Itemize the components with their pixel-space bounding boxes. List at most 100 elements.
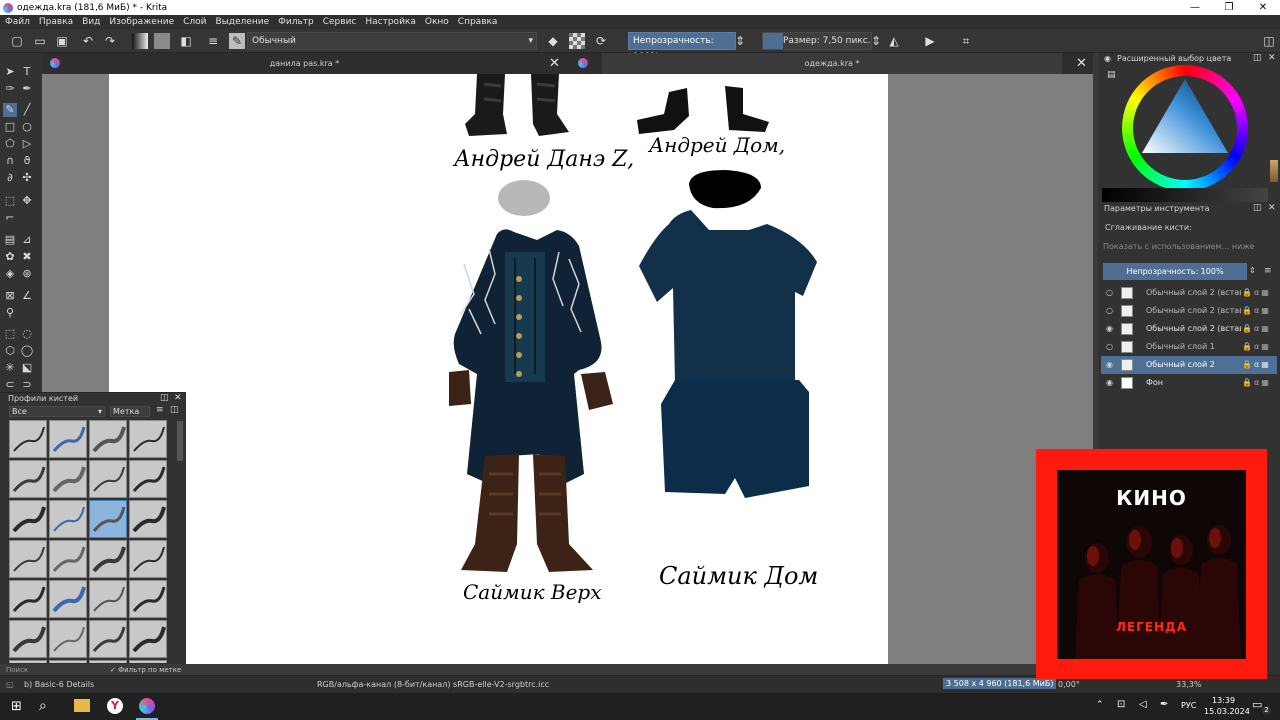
brush-preset-tile[interactable] <box>9 420 47 458</box>
restore-button[interactable]: ❐ <box>1212 2 1246 13</box>
tag-filter-checkbox[interactable]: ✓ Фильтр по метке <box>110 666 181 674</box>
hidden-icon[interactable]: ○ <box>1106 338 1113 356</box>
clock-date[interactable]: 15.03.2024 <box>1204 707 1250 716</box>
brush-preset-tile[interactable] <box>49 500 87 538</box>
menu-filter[interactable]: Фильтр <box>278 17 314 27</box>
brush-preset-tile[interactable] <box>49 540 87 578</box>
layers-menu-icon[interactable]: ≡ <box>1264 266 1272 276</box>
layer-lock-alpha-icons[interactable]: 🔒α▦ <box>1242 338 1271 356</box>
foreground-background-color-icon[interactable]: ◧ <box>178 33 194 49</box>
close-panel-icon[interactable]: ✕ <box>1268 203 1276 213</box>
alpha-lock-icon[interactable] <box>569 33 585 49</box>
new-document-icon[interactable]: ▢ <box>9 33 25 49</box>
brush-preset-tile[interactable] <box>129 580 167 618</box>
menu-window[interactable]: Окно <box>425 17 449 27</box>
brush-preset-tile[interactable] <box>49 620 87 658</box>
opacity-spin-icon[interactable]: ⇕ <box>1249 266 1256 275</box>
pattern-icon[interactable] <box>154 33 170 49</box>
gradient-tool-icon[interactable]: ▤ <box>3 233 17 247</box>
zoom-level[interactable]: 33,3% <box>1176 680 1201 689</box>
brush-preset-tile[interactable] <box>89 420 127 458</box>
eye-icon[interactable]: ◉ <box>1106 374 1113 392</box>
hidden-icon[interactable]: ○ <box>1106 284 1113 302</box>
clock-time[interactable]: 13:39 <box>1212 696 1235 705</box>
crop-tool-icon[interactable]: ⌐ <box>3 211 17 225</box>
menu-help[interactable]: Справка <box>458 17 498 27</box>
file-explorer-icon[interactable] <box>74 699 90 712</box>
reference-tool-icon[interactable]: ⚲ <box>3 306 17 320</box>
brush-preset-tile[interactable] <box>49 460 87 498</box>
brush-preset-tile[interactable] <box>129 540 167 578</box>
close-panel-icon[interactable]: ✕ <box>1268 53 1276 63</box>
brush-search-input[interactable]: Поиск <box>6 666 28 674</box>
brush-preset-tile[interactable] <box>9 460 47 498</box>
brush-preset-tile[interactable] <box>89 620 127 658</box>
album-cover-overlay[interactable]: КИНО ЛЕГЕНДА <box>1036 449 1267 679</box>
calligraphy-tool-icon[interactable]: ✒ <box>20 82 34 96</box>
brush-preset-tile[interactable] <box>89 660 127 663</box>
tag-button[interactable]: Метка <box>110 406 150 417</box>
layer-lock-alpha-icons[interactable]: 🔒α▦ <box>1242 374 1271 392</box>
network-icon[interactable]: ⊡ <box>1117 699 1125 710</box>
layer-lock-alpha-icons[interactable]: 🔒α▦ <box>1242 320 1271 338</box>
brush-preset-tile[interactable] <box>129 420 167 458</box>
notifications-icon[interactable]: ▭ <box>1252 698 1262 711</box>
close-tab-icon[interactable]: ✕ <box>549 56 560 71</box>
freehand-selection-tool-icon[interactable]: ◯ <box>20 344 34 358</box>
blend-mode-select[interactable]: Обычный ▾ <box>247 32 537 50</box>
float-panel-icon[interactable]: ◫ <box>160 393 169 403</box>
ellipse-tool-icon[interactable]: ○ <box>20 120 34 134</box>
select-shape-tool-icon[interactable]: ➤ <box>3 65 17 79</box>
colorize-mask-tool-icon[interactable]: ✿ <box>3 250 17 264</box>
brush-preset-tile[interactable] <box>9 660 47 663</box>
minimize-button[interactable]: — <box>1178 2 1212 13</box>
reload-preset-icon[interactable]: ⟳ <box>593 33 609 49</box>
layer-lock-alpha-icons[interactable]: 🔒α▦ <box>1242 284 1271 302</box>
color-history-strip[interactable] <box>1270 160 1278 182</box>
opacity-slider[interactable]: Непрозрачность: 100% <box>628 32 736 62</box>
brush-settings-icon[interactable]: ≡ <box>205 33 221 49</box>
brush-preset-tile[interactable] <box>129 620 167 658</box>
edit-shape-tool-icon[interactable]: ✑ <box>3 82 17 96</box>
brush-preset-tile[interactable] <box>9 620 47 658</box>
yandex-browser-icon[interactable]: Y <box>107 698 123 714</box>
freehand-brush-tool-icon[interactable]: ✎ <box>3 103 17 117</box>
move-tool-icon[interactable]: ✥ <box>20 194 34 208</box>
layer-opacity-slider[interactable]: Непрозрачность: 100% <box>1103 263 1247 280</box>
brush-preset-tile[interactable] <box>129 660 167 663</box>
close-window-button[interactable]: ✕ <box>1246 2 1280 13</box>
layer-lock-alpha-icons[interactable]: 🔒α▦ <box>1242 302 1271 320</box>
size-spin-icon[interactable]: ⇕ <box>871 33 881 49</box>
dock-layout-icon[interactable]: ◫ <box>1261 33 1277 49</box>
close-panel-icon[interactable]: ✕ <box>174 393 182 403</box>
pen-icon[interactable]: ✒ <box>1160 699 1168 710</box>
float-panel-icon[interactable]: ◫ <box>1253 53 1262 63</box>
layer-row[interactable]: ◉ Обычный слой 2 (встав... 🔒α▦ <box>1101 320 1277 338</box>
polygonal-selection-tool-icon[interactable]: ⬡ <box>3 344 17 358</box>
size-slider[interactable]: Размер: 7,50 пикс. <box>762 32 872 50</box>
contiguous-selection-tool-icon[interactable]: ✳ <box>3 361 17 375</box>
volume-icon[interactable]: ◁ <box>1139 699 1147 710</box>
menu-edit[interactable]: Правка <box>39 17 73 27</box>
similar-selection-tool-icon[interactable]: ⬕ <box>20 361 34 375</box>
menu-tools[interactable]: Сервис <box>323 17 357 27</box>
magnetic-selection-tool-icon[interactable]: ⊃ <box>20 378 34 392</box>
brush-preset-tile[interactable] <box>129 460 167 498</box>
multibrush-tool-icon[interactable]: ✣ <box>20 171 34 185</box>
fill-tool-icon[interactable]: ◈ <box>3 267 17 281</box>
freehand-path-tool-icon[interactable]: ϑ <box>20 154 34 168</box>
brush-preset-tile[interactable] <box>9 580 47 618</box>
brush-preset-tile[interactable] <box>89 540 127 578</box>
brush-preset-icon[interactable]: ✎ <box>229 33 245 49</box>
brush-preset-tile[interactable] <box>89 460 127 498</box>
rectangle-tool-icon[interactable]: □ <box>3 120 17 134</box>
drawing-canvas[interactable]: Андрей Данэ Z, Андрей Дом, Саймик Верх С… <box>109 74 888 664</box>
bezier-tool-icon[interactable]: ∩ <box>3 154 17 168</box>
mirror-horizontal-icon[interactable]: ◭ <box>886 33 902 49</box>
layer-row-active[interactable]: ◉ Обычный слой 2 🔒α▦ <box>1101 356 1277 374</box>
menu-image[interactable]: Изображение <box>109 17 174 27</box>
redo-icon[interactable]: ↷ <box>102 33 118 49</box>
scrollbar-thumb[interactable] <box>177 421 183 461</box>
color-picker-tool-icon[interactable]: ⊿ <box>20 233 34 247</box>
brush-preset-tile[interactable] <box>9 540 47 578</box>
